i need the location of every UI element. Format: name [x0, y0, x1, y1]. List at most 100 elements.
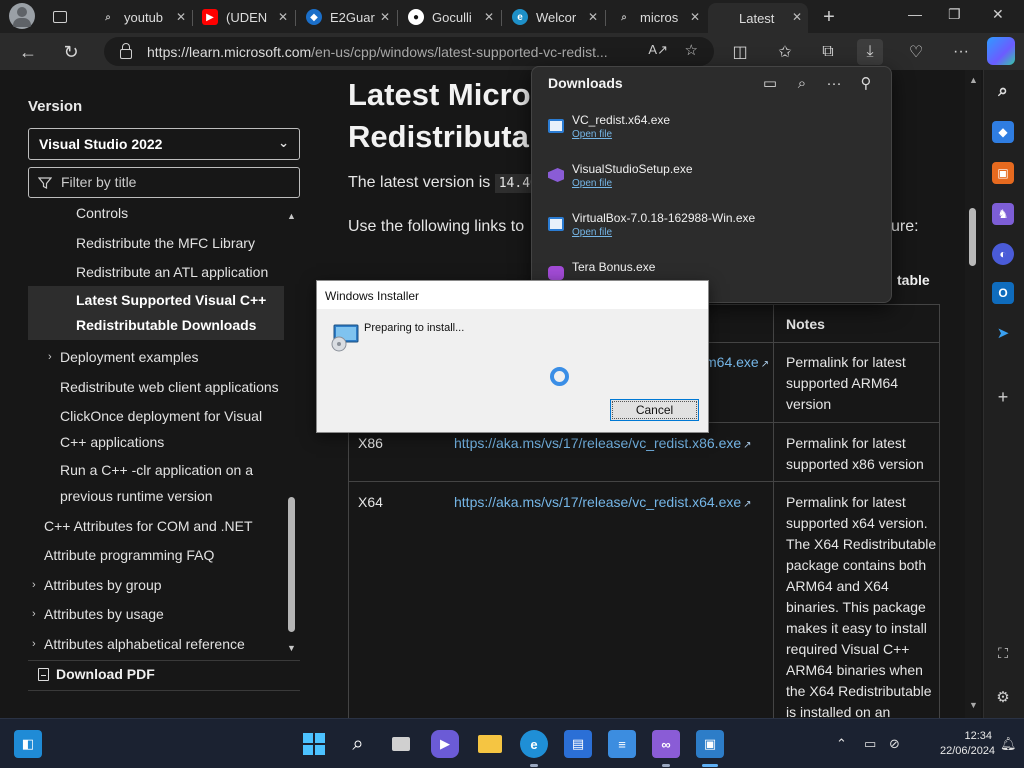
pin-icon[interactable]: ⚲ — [856, 73, 876, 93]
toc-item-redistribute-atl[interactable]: Redistribute an ATL application — [28, 260, 284, 285]
scroll-down-arrow-icon[interactable]: ▼ — [969, 700, 978, 710]
shopping-tag-icon[interactable]: ◆ — [992, 121, 1014, 143]
profile-avatar-icon[interactable] — [9, 3, 35, 29]
toc-item-cpp-attributes-com[interactable]: C++ Attributes for COM and .NET — [28, 514, 284, 539]
tab-3[interactable]: ◆ E2Guar ✕ — [298, 3, 396, 31]
teams-chat-icon[interactable]: ▶ — [431, 730, 459, 758]
close-tab-icon[interactable]: ✕ — [278, 10, 288, 24]
people-games-icon[interactable]: ♞ — [992, 203, 1014, 225]
close-tab-icon[interactable]: ✕ — [588, 10, 598, 24]
tab-5[interactable]: e Welcor ✕ — [504, 3, 604, 31]
notes-line: package contains both — [786, 557, 927, 573]
clock[interactable]: 12:34 22/06/2024 — [940, 729, 995, 759]
new-tab-plus-icon[interactable]: + — [816, 4, 842, 30]
notifications-icon[interactable]: 🔔︎ — [1000, 736, 1017, 752]
toc-item-deployment-examples[interactable]: › Deployment examples — [28, 345, 284, 370]
toc-scrollbar[interactable]: ▲ ▼ — [286, 207, 298, 657]
close-window-icon[interactable]: ✕ — [992, 6, 1004, 23]
close-tab-icon[interactable]: ✕ — [792, 10, 802, 24]
close-tab-icon[interactable]: ✕ — [176, 10, 186, 24]
x86-link[interactable]: https://aka.ms/vs/17/release/vc_redist.x… — [454, 433, 752, 456]
address-field[interactable]: https://learn.microsoft.com/en-us/cpp/wi… — [104, 37, 714, 66]
open-file-link[interactable]: Open file — [572, 227, 612, 238]
edge-icon[interactable]: e — [520, 730, 548, 758]
download-item[interactable]: VC_redist.x64.exe Open file — [532, 113, 891, 161]
url-text[interactable]: https://learn.microsoft.com/en-us/cpp/wi… — [147, 44, 627, 60]
add-sidebar-app-icon[interactable]: + — [992, 386, 1014, 408]
download-pdf-link[interactable]: Download PDF — [38, 666, 155, 682]
x64-link[interactable]: https://aka.ms/vs/17/release/vc_redist.x… — [454, 492, 752, 515]
scroll-up-arrow-icon[interactable]: ▲ — [287, 211, 296, 221]
close-tab-icon[interactable]: ✕ — [484, 10, 494, 24]
volume-muted-icon[interactable]: ⊘ — [889, 736, 900, 752]
toc-item-controls[interactable]: Controls — [28, 201, 284, 226]
search-icon[interactable]: ⌕ — [992, 80, 1014, 102]
visual-studio-icon[interactable]: ∞ — [652, 730, 680, 758]
tab-2[interactable]: ▶ (UDEN ✕ — [194, 3, 294, 31]
page-scroll-thumb[interactable] — [969, 208, 976, 266]
toc-item-run-clr[interactable]: Run a C++ -clr application on a previous… — [28, 458, 284, 509]
settings-gear-icon[interactable]: ⚙ — [992, 686, 1014, 708]
split-screen-icon[interactable]: ◫ — [727, 39, 753, 65]
toc-item-clickonce[interactable]: ClickOnce deployment for Visual C++ appl… — [28, 404, 284, 455]
copilot-icon[interactable] — [987, 37, 1015, 65]
open-file-link[interactable]: Open file — [572, 178, 612, 189]
close-tab-icon[interactable]: ✕ — [690, 10, 700, 24]
search-icon[interactable]: ⌕ — [344, 730, 372, 758]
store-icon[interactable]: ▤ — [564, 730, 592, 758]
tab-7-active[interactable]: Latest ✕ — [708, 3, 808, 33]
chevron-right-icon: › — [48, 351, 52, 363]
open-file-link[interactable]: Open file — [572, 129, 612, 140]
file-explorer-icon[interactable] — [476, 730, 504, 758]
page-scrollbar[interactable]: ▲ ▼ — [965, 70, 981, 718]
scroll-up-arrow-icon[interactable]: ▲ — [969, 75, 978, 85]
show-hidden-icons-chevron-icon[interactable]: ⌃ — [836, 736, 847, 752]
downloads-icon[interactable]: ⤓ — [857, 39, 883, 65]
tab-6[interactable]: ⌕ micros ✕ — [608, 3, 706, 31]
collections-icon[interactable]: ⧉ — [815, 39, 841, 65]
tab-1[interactable]: ⌕ youtub ✕ — [92, 3, 192, 31]
more-menu-icon[interactable]: ··· — [948, 39, 974, 65]
telegram-send-icon[interactable]: ➤ — [992, 322, 1014, 344]
download-item[interactable]: VisualStudioSetup.exe Open file — [532, 162, 891, 210]
workspaces-icon[interactable] — [47, 4, 73, 30]
toc-item-redistribute-web-client[interactable]: Redistribute web client applications — [28, 375, 284, 400]
widgets-icon[interactable]: ◧ — [14, 730, 42, 758]
notepad-icon[interactable]: ≡ — [608, 730, 636, 758]
screenshot-capture-icon[interactable]: ⛶ — [992, 642, 1014, 664]
close-tab-icon[interactable]: ✕ — [380, 10, 390, 24]
tools-briefcase-icon[interactable]: ▣ — [992, 162, 1014, 184]
restore-icon[interactable]: ❐ — [948, 6, 961, 23]
refresh-icon[interactable]: ↻ — [58, 39, 84, 65]
read-aloud-icon[interactable]: A↗ — [648, 42, 668, 58]
favorites-icon[interactable]: ✩ — [772, 39, 798, 65]
tab-4[interactable]: ● Goculli ✕ — [400, 3, 500, 31]
cancel-button[interactable]: Cancel — [610, 399, 699, 421]
installer-computer-icon[interactable]: ▣ — [696, 730, 724, 758]
toc-item-latest-supported-vc[interactable]: Latest Supported Visual C++ Redistributa… — [28, 286, 284, 340]
version-select[interactable]: Visual Studio 2022 ⌄ — [28, 128, 300, 160]
task-view-icon[interactable] — [387, 730, 415, 758]
toc-item-attributes-alphabetical[interactable]: › Attributes alphabetical reference — [28, 632, 284, 657]
toc-item-attributes-by-group[interactable]: › Attributes by group — [28, 573, 284, 598]
microsoft-365-icon[interactable]: ◐ — [992, 243, 1014, 265]
more-options-icon[interactable]: ··· — [824, 73, 844, 93]
filter-input[interactable]: Filter by title — [28, 167, 300, 198]
browser-essentials-icon[interactable]: ♡ — [903, 39, 929, 65]
network-icon[interactable]: ▭ — [864, 736, 876, 752]
favorite-star-icon[interactable]: ☆ — [685, 41, 698, 59]
toc-scroll-thumb[interactable] — [288, 497, 295, 632]
search-icon[interactable]: ⌕ — [792, 73, 812, 93]
back-arrow-icon[interactable]: ← — [15, 39, 41, 65]
toc-item-attribute-faq[interactable]: Attribute programming FAQ — [28, 543, 284, 568]
download-item[interactable]: VirtualBox-7.0.18-162988-Win.exe Open fi… — [532, 211, 891, 259]
minimize-icon[interactable]: — — [908, 6, 922, 22]
toc-item-redistribute-mfc[interactable]: Redistribute the MFC Library — [28, 231, 284, 256]
toc-item-attributes-by-usage[interactable]: › Attributes by usage — [28, 602, 284, 627]
arm64-link[interactable]: m64.exe ↗ — [705, 352, 769, 375]
notes-line: binaries. This package — [786, 599, 926, 615]
outlook-icon[interactable]: O — [992, 282, 1014, 304]
scroll-down-arrow-icon[interactable]: ▼ — [287, 643, 296, 653]
start-windows-icon[interactable] — [300, 730, 328, 758]
open-folder-icon[interactable]: ▭ — [760, 73, 780, 93]
